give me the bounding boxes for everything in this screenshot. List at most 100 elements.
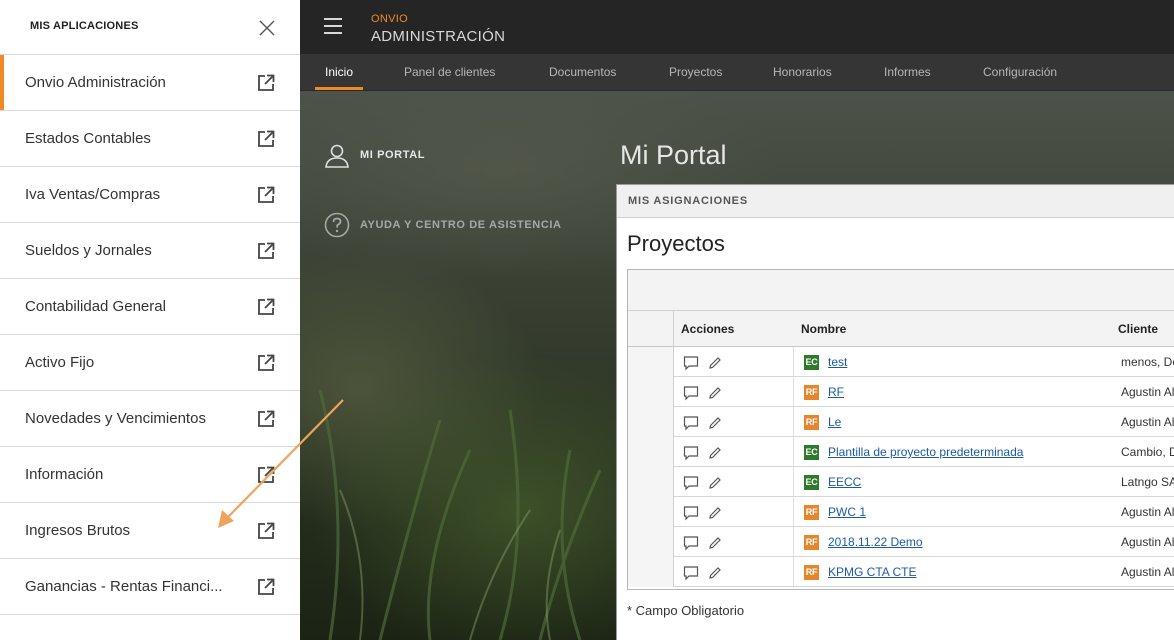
app-item[interactable]: Información	[0, 447, 300, 503]
pencil-icon[interactable]	[707, 475, 723, 491]
project-name-link[interactable]: PWC 1	[828, 497, 866, 527]
project-type-badge: RF	[804, 415, 819, 430]
comment-icon[interactable]	[683, 475, 699, 491]
project-name-link[interactable]: test	[828, 347, 847, 377]
row-select-cell[interactable]	[628, 407, 674, 437]
app-item[interactable]: Activo Fijo	[0, 335, 300, 391]
app-item-label: Sueldos y Jornales	[25, 242, 152, 259]
hamburger-menu-icon[interactable]	[324, 18, 342, 34]
pencil-icon[interactable]	[707, 415, 723, 431]
external-link-icon[interactable]	[257, 354, 275, 372]
external-link-icon[interactable]	[257, 242, 275, 260]
comment-icon[interactable]	[683, 385, 699, 401]
project-name-link[interactable]: RF	[828, 377, 844, 407]
row-actions	[674, 437, 794, 467]
project-name-link[interactable]: EECC	[828, 467, 861, 497]
pencil-icon[interactable]	[707, 385, 723, 401]
table-row: RF PWC 1 Agustin Al	[628, 497, 1174, 527]
ayuda-link[interactable]: AYUDA Y CENTRO DE ASISTENCIA	[324, 212, 562, 238]
project-type-badge: RF	[804, 385, 819, 400]
app-item[interactable]: Estados Contables	[0, 111, 300, 167]
pencil-icon[interactable]	[707, 445, 723, 461]
comment-icon[interactable]	[683, 565, 699, 581]
assignments-panel: MIS ASIGNACIONES Proyectos Acciones Nomb…	[616, 184, 1174, 640]
help-icon	[324, 212, 350, 238]
tab-informes[interactable]: Informes	[884, 54, 931, 90]
app-item-label: Iva Ventas/Compras	[25, 186, 161, 203]
row-select-cell[interactable]	[628, 497, 674, 527]
col-acciones: Acciones	[681, 322, 735, 336]
client-name: Agustin Al	[1121, 505, 1174, 519]
row-actions	[674, 347, 794, 377]
app-item-label: Novedades y Vencimientos	[25, 410, 206, 427]
table-row: EC EECC Latngo SA	[628, 467, 1174, 497]
app-item[interactable]: Ingresos Brutos	[0, 503, 300, 559]
external-link-icon[interactable]	[257, 578, 275, 596]
row-select-cell[interactable]	[628, 377, 674, 407]
app-header: ONVIO ADMINISTRACIÓN	[300, 0, 1174, 54]
tab-documentos[interactable]: Documentos	[549, 54, 616, 90]
row-select-cell[interactable]	[628, 467, 674, 497]
col-cliente[interactable]: Cliente	[1118, 311, 1158, 347]
comment-icon[interactable]	[683, 445, 699, 461]
pencil-icon[interactable]	[707, 535, 723, 551]
app-title: ADMINISTRACIÓN	[371, 28, 506, 45]
projects-table: Acciones Nombre Cliente EC test menos, De R…	[627, 269, 1174, 590]
app-item[interactable]: Onvio Administración	[0, 55, 300, 111]
main-nav: Inicio Panel de clientes Documentos Proy…	[300, 54, 1174, 91]
project-name-link[interactable]: Le	[828, 407, 841, 437]
comment-icon[interactable]	[683, 415, 699, 431]
app-item-label: Contabilidad General	[25, 298, 166, 315]
external-link-icon[interactable]	[257, 130, 275, 148]
comment-icon[interactable]	[683, 355, 699, 371]
app-item[interactable]: Ganancias - Rentas Financi...	[0, 559, 300, 615]
external-link-icon[interactable]	[257, 466, 275, 484]
app-item[interactable]: Novedades y Vencimientos	[0, 391, 300, 447]
close-icon[interactable]	[258, 19, 276, 37]
app-item[interactable]: Contabilidad General	[0, 279, 300, 335]
project-name-link[interactable]: KPMG CTA CTE	[828, 557, 916, 587]
row-select-cell[interactable]	[628, 437, 674, 467]
apps-drawer: MIS APLICACIONES Onvio Administración Est…	[0, 0, 300, 640]
project-type-badge: RF	[804, 565, 819, 580]
app-item[interactable]: Sueldos y Jornales	[0, 223, 300, 279]
pencil-icon[interactable]	[707, 565, 723, 581]
row-select-cell[interactable]	[628, 527, 674, 557]
tab-panel-de-clientes[interactable]: Panel de clientes	[404, 54, 495, 90]
external-link-icon[interactable]	[257, 410, 275, 428]
comment-icon[interactable]	[683, 535, 699, 551]
pencil-icon[interactable]	[707, 355, 723, 371]
comment-icon[interactable]	[683, 505, 699, 521]
external-link-icon[interactable]	[257, 186, 275, 204]
app-item-label: Activo Fijo	[25, 354, 95, 371]
row-select-cell[interactable]	[628, 557, 674, 587]
external-link-icon[interactable]	[257, 298, 275, 316]
project-type-badge: RF	[804, 505, 819, 520]
project-type-badge: EC	[804, 475, 819, 490]
project-name-link[interactable]: 2018.11.22 Demo	[828, 527, 923, 557]
tab-honorarios[interactable]: Honorarios	[773, 54, 832, 90]
tab-configuracion[interactable]: Configuración	[983, 54, 1057, 90]
col-nombre[interactable]: Nombre	[801, 311, 846, 347]
row-actions	[674, 377, 794, 407]
client-name: Agustin Al	[1121, 565, 1174, 579]
row-actions	[674, 467, 794, 497]
app-item-label: Estados Contables	[25, 130, 151, 147]
pencil-icon[interactable]	[707, 505, 723, 521]
drawer-title: MIS APLICACIONES	[30, 20, 139, 32]
client-name: Agustin Al	[1121, 415, 1174, 429]
external-link-icon[interactable]	[257, 74, 275, 92]
project-type-badge: EC	[804, 355, 819, 370]
ayuda-label: AYUDA Y CENTRO DE ASISTENCIA	[360, 219, 562, 231]
client-name: Cambio, D	[1121, 445, 1174, 459]
row-actions	[674, 407, 794, 437]
external-link-icon[interactable]	[257, 522, 275, 540]
project-name-link[interactable]: Plantilla de proyecto predeterminada	[828, 437, 1023, 467]
app-item[interactable]: Iva Ventas/Compras	[0, 167, 300, 223]
panel-header: MIS ASIGNACIONES	[617, 185, 1174, 218]
app-item-label: Onvio Administración	[25, 74, 166, 91]
tab-proyectos[interactable]: Proyectos	[669, 54, 722, 90]
mi-portal-link[interactable]: MI PORTAL	[324, 142, 425, 168]
row-select-cell[interactable]	[628, 347, 674, 377]
tab-inicio[interactable]: Inicio	[314, 54, 364, 90]
